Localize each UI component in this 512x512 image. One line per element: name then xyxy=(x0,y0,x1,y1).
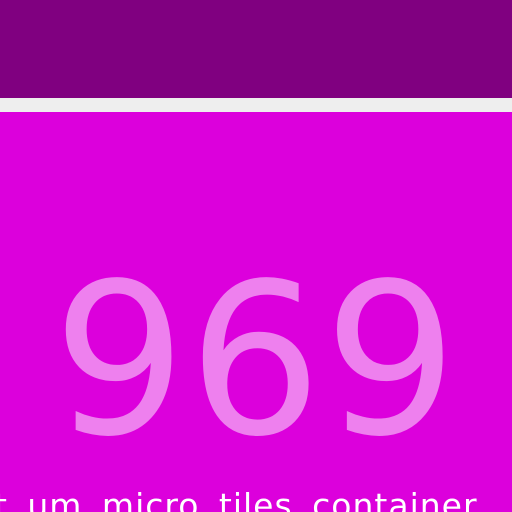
live-tile[interactable]: 969 tt um micro tiles container xyxy=(0,112,512,512)
top-header-bar xyxy=(0,0,512,98)
header-divider xyxy=(0,98,512,112)
tile-count: 969 xyxy=(52,238,460,483)
tile-caption: tt um micro tiles container xyxy=(0,486,478,512)
